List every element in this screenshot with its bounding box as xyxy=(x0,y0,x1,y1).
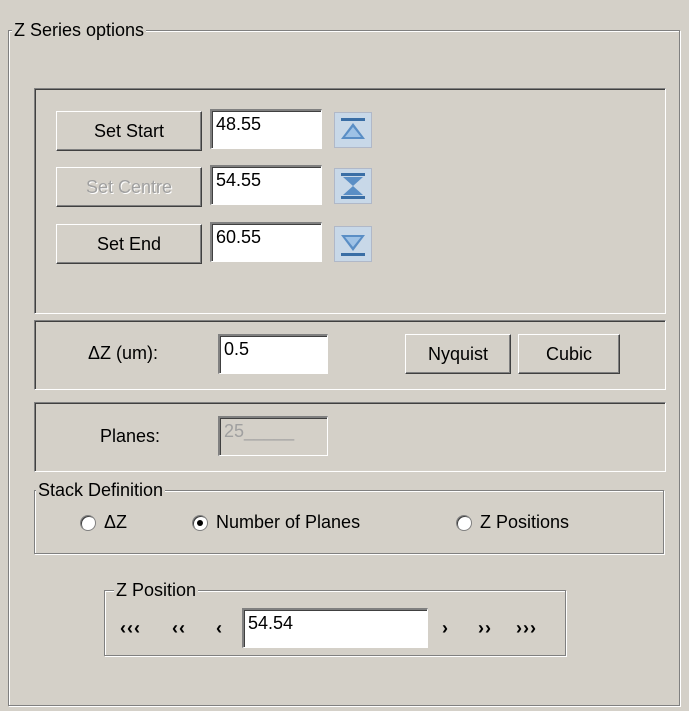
stack-definition-title: Stack Definition xyxy=(36,480,166,500)
step-label: ΔZ (um): xyxy=(88,343,159,363)
cubic-button[interactable]: Cubic xyxy=(518,334,620,374)
set-start-button[interactable]: Set Start xyxy=(56,111,202,151)
z-position-input[interactable]: 54.54 xyxy=(242,608,428,648)
radio-delta-z[interactable]: ΔZ xyxy=(80,512,127,533)
radio-number-of-planes-button[interactable] xyxy=(192,514,208,531)
step-down-large-button[interactable]: ‹‹‹ xyxy=(120,618,141,639)
start-input[interactable]: 48.55 xyxy=(210,109,322,149)
planes-input: 25_____ xyxy=(218,416,328,456)
radio-z-positions-label: Z Positions xyxy=(480,512,570,532)
set-end-button[interactable]: Set End xyxy=(56,224,202,264)
step-down-small-button[interactable]: ‹ xyxy=(216,618,223,639)
radio-number-of-planes-label: Number of Planes xyxy=(216,512,361,532)
radio-z-positions-button[interactable] xyxy=(456,514,472,531)
radio-z-positions[interactable]: Z Positions xyxy=(456,512,569,533)
end-input[interactable]: 60.55 xyxy=(210,222,322,262)
planes-label: Planes: xyxy=(100,426,161,446)
radio-delta-z-button[interactable] xyxy=(80,514,96,531)
nyquist-button[interactable]: Nyquist xyxy=(405,334,511,374)
step-up-large-button[interactable]: ››› xyxy=(516,618,537,639)
arrow-to-bottom-icon[interactable] xyxy=(334,226,372,262)
z-position-title: Z Position xyxy=(114,580,199,600)
set-centre-button[interactable]: Set Centre xyxy=(56,167,202,207)
arrows-to-centre-icon[interactable] xyxy=(334,168,372,204)
step-input[interactable]: 0.5 xyxy=(218,334,328,374)
step-up-small-button[interactable]: › xyxy=(442,618,449,639)
centre-input[interactable]: 54.55 xyxy=(210,165,322,205)
z-series-title: Z Series options xyxy=(12,20,147,40)
arrow-to-top-icon[interactable] xyxy=(334,112,372,148)
radio-number-of-planes[interactable]: Number of Planes xyxy=(192,512,360,533)
step-down-medium-button[interactable]: ‹‹ xyxy=(172,618,186,639)
step-up-medium-button[interactable]: ›› xyxy=(478,618,492,639)
radio-delta-z-label: ΔZ xyxy=(104,512,128,532)
